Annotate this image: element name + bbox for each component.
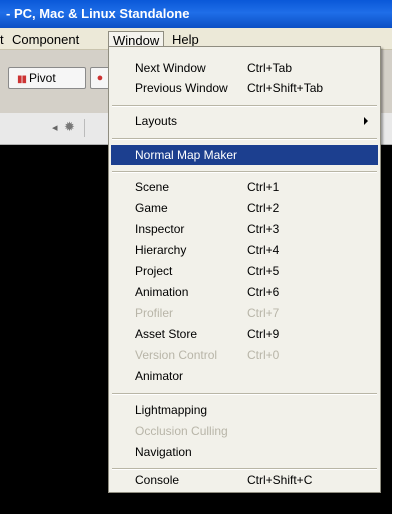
menu-item-previous-window[interactable]: Previous Window Ctrl+Shift+Tab xyxy=(111,78,378,98)
menu-item-label: Animator xyxy=(135,369,184,383)
menu-item-label: Profiler xyxy=(135,306,174,320)
menu-separator xyxy=(112,138,377,140)
menu-item-shortcut: Ctrl+Shift+Tab xyxy=(247,81,324,95)
sun-icon[interactable]: ✹ xyxy=(64,119,75,135)
menu-item-label: Previous Window xyxy=(135,81,228,95)
menu-item-label: Layouts xyxy=(135,114,178,128)
menu-item-inspector[interactable]: Inspector Ctrl+3 xyxy=(111,219,378,239)
menu-item-shortcut: Ctrl+Shift+C xyxy=(247,473,313,487)
window-menu-dropdown: Next Window Ctrl+Tab Previous Window Ctr… xyxy=(108,46,381,493)
divider xyxy=(84,119,85,137)
menu-item-shortcut: Ctrl+0 xyxy=(247,348,280,362)
pivot-button[interactable]: ▮▮ Pivot xyxy=(8,67,86,89)
menu-item-shortcut: Ctrl+Tab xyxy=(247,61,293,75)
menu-item-shortcut: Ctrl+7 xyxy=(247,306,280,320)
menu-item-shortcut: Ctrl+5 xyxy=(247,264,280,278)
menu-item-shortcut: Ctrl+2 xyxy=(247,201,280,215)
menu-item-label: Next Window xyxy=(135,61,206,75)
menu-item-animator[interactable]: Animator xyxy=(111,366,378,386)
menu-item-shortcut: Ctrl+9 xyxy=(247,327,280,341)
menu-item-profiler: Profiler Ctrl+7 xyxy=(111,303,378,323)
menu-item-animation[interactable]: Animation Ctrl+6 xyxy=(111,282,378,302)
menu-item-shortcut: Ctrl+3 xyxy=(247,222,280,236)
menu-item-version-control: Version Control Ctrl+0 xyxy=(111,345,378,365)
menu-separator xyxy=(112,105,377,107)
menu-item-label: Navigation xyxy=(135,445,192,459)
menu-item-label: Scene xyxy=(135,180,170,194)
pivot-icon: ▮▮ xyxy=(17,74,27,85)
menu-item-label: Hierarchy xyxy=(135,243,187,257)
menu-item-label: Occlusion Culling xyxy=(135,424,228,438)
global-toggle-button[interactable]: ● xyxy=(90,67,110,89)
menu-item-label: Project xyxy=(135,264,173,278)
menu-item-label: Console xyxy=(135,473,180,487)
menu-item-next-window[interactable]: Next Window Ctrl+Tab xyxy=(111,58,378,78)
title-bar: - PC, Mac & Linux Standalone xyxy=(0,0,392,28)
menu-item-shortcut: Ctrl+1 xyxy=(247,180,280,194)
menu-component[interactable]: Component xyxy=(12,31,79,48)
menu-item-label: Game xyxy=(135,201,168,215)
submenu-arrow-icon xyxy=(364,117,368,125)
menu-item-label: Asset Store xyxy=(135,327,198,341)
globe-icon: ● xyxy=(96,72,104,84)
dropdown-arrow-icon[interactable]: ◂ xyxy=(52,121,58,134)
menu-item-project[interactable]: Project Ctrl+5 xyxy=(111,261,378,281)
menu-item-label: Lightmapping xyxy=(135,403,208,417)
menu-item-normal-map-maker[interactable]: Normal Map Maker xyxy=(111,145,378,165)
menu-edit-partial[interactable]: t xyxy=(0,31,4,48)
unity-editor-window: - PC, Mac & Linux Standalone t Component… xyxy=(0,0,392,514)
menu-item-lightmapping[interactable]: Lightmapping xyxy=(111,400,378,420)
menu-item-label: Animation xyxy=(135,285,189,299)
menu-item-asset-store[interactable]: Asset Store Ctrl+9 xyxy=(111,324,378,344)
menu-item-label: Normal Map Maker xyxy=(135,148,238,162)
menu-item-navigation[interactable]: Navigation xyxy=(111,442,378,462)
menu-item-layouts[interactable]: Layouts xyxy=(111,111,378,131)
menu-item-scene[interactable]: Scene Ctrl+1 xyxy=(111,177,378,197)
window-title: - PC, Mac & Linux Standalone xyxy=(6,6,190,21)
menu-item-hierarchy[interactable]: Hierarchy Ctrl+4 xyxy=(111,240,378,260)
menu-item-shortcut: Ctrl+6 xyxy=(247,285,280,299)
menu-item-occlusion-culling: Occlusion Culling xyxy=(111,421,378,441)
menu-item-label: Inspector xyxy=(135,222,185,236)
menu-item-console[interactable]: Console Ctrl+Shift+C xyxy=(111,470,378,490)
menu-item-game[interactable]: Game Ctrl+2 xyxy=(111,198,378,218)
menu-separator xyxy=(112,393,377,395)
menu-separator xyxy=(112,171,377,173)
pivot-label: Pivot xyxy=(29,71,56,85)
menu-item-label: Version Control xyxy=(135,348,218,362)
menu-item-shortcut: Ctrl+4 xyxy=(247,243,280,257)
